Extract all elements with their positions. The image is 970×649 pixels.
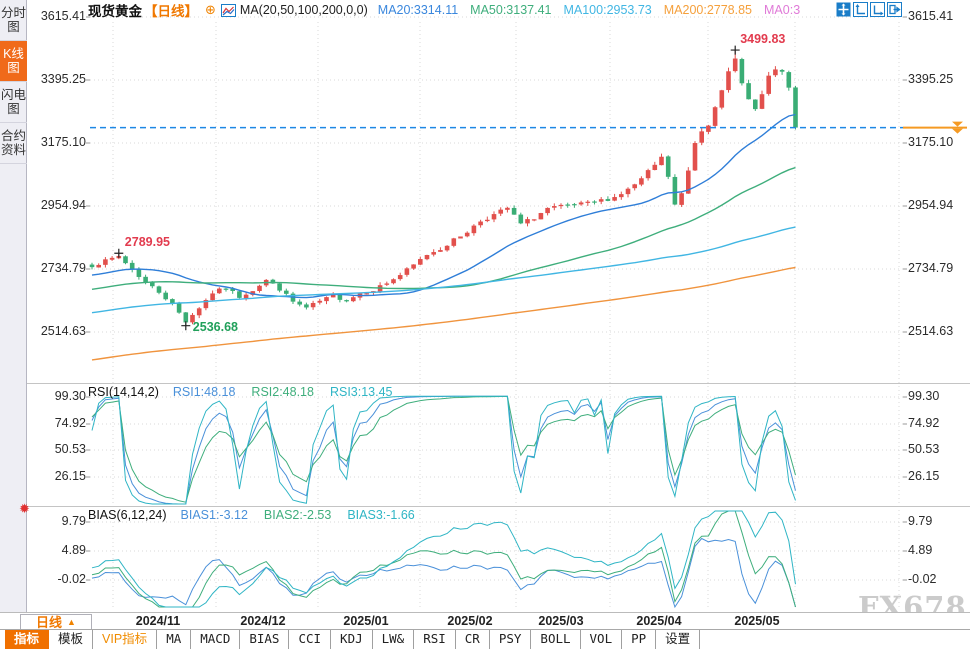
- sidebar: 分时图K线图闪电图合约资料: [0, 0, 27, 612]
- chart-header: 现货黄金 【日线】 ⊕ MA(20,50,100,200,0,0) MA20:3…: [88, 2, 812, 18]
- biasVals-0: BIAS1:-3.12: [181, 508, 248, 522]
- bias-axis-label-left-0: 9.79: [30, 514, 86, 528]
- price-axis-label-right-3: 2954.94: [908, 198, 968, 212]
- rsiVals-0: RSI1:48.18: [173, 385, 236, 399]
- price-axis-label-right-1: 3395.25: [908, 72, 968, 86]
- date-label-2: 2025/01: [343, 614, 388, 629]
- tab-指标[interactable]: 指标: [5, 630, 49, 649]
- tab-设置[interactable]: 设置: [656, 630, 700, 649]
- tab-LW&[interactable]: LW&: [373, 630, 415, 649]
- rsi-values: RSI1:48.18 RSI2:48.18 RSI3:13.45: [173, 385, 409, 399]
- rsi-axis-label-right-3: 26.15: [908, 469, 968, 483]
- maVals-3: MA200:2778.85: [664, 3, 752, 17]
- scale-x-axis-icon[interactable]: [870, 2, 885, 17]
- price-axis-label-left-4: 2734.79: [30, 261, 86, 275]
- sidebar-item-3[interactable]: 合约资料: [0, 123, 27, 164]
- biasVals-2: BIAS3:-1.66: [347, 508, 414, 522]
- chart-toolbar: [836, 2, 902, 17]
- tab-CCI[interactable]: CCI: [289, 630, 331, 649]
- maVals-1: MA50:3137.41: [470, 3, 551, 17]
- sidebar-item-1[interactable]: K线图: [0, 41, 27, 82]
- bias-axis-label-right-0: 9.79: [908, 514, 968, 528]
- ma-formula: MA(20,50,100,200,0,0): [240, 3, 368, 17]
- price-axis-label-right-2: 3175.10: [908, 135, 968, 149]
- detach-window-icon[interactable]: [887, 2, 902, 17]
- rsi-axis-label-left-1: 74.92: [30, 416, 86, 430]
- rsi-header: RSI(14,14,2) RSI1:48.18 RSI2:48.18 RSI3:13…: [88, 385, 409, 399]
- date-label-0: 2024/11: [136, 614, 181, 629]
- rsi-title: RSI(14,14,2): [88, 385, 159, 399]
- price-axis-label-left-5: 2514.63: [30, 324, 86, 338]
- rsi-axis-label-right-1: 74.92: [908, 416, 968, 430]
- x-axis-row: 日线 ▲ 2024/11 2024/12 2025/01 2025/02 2025/03…: [0, 612, 970, 629]
- tab-KDJ[interactable]: KDJ: [331, 630, 373, 649]
- add-overlay-icon[interactable]: ⊕: [205, 2, 216, 18]
- tab-CR[interactable]: CR: [456, 630, 490, 649]
- annotation-high-peak: 3499.83: [740, 32, 785, 46]
- price-axis-label-left-3: 2954.94: [30, 198, 86, 212]
- rsiVals-2: RSI3:13.45: [330, 385, 393, 399]
- date-label-6: 2025/05: [734, 614, 779, 629]
- indicator-tab-bar: 指标模板VIP指标MAMACDBIASCCIKDJLW&RSICRPSYBOLL…: [0, 629, 970, 649]
- tab-VOL[interactable]: VOL: [581, 630, 623, 649]
- tab-MACD[interactable]: MACD: [191, 630, 240, 649]
- tab-模板[interactable]: 模板: [49, 630, 93, 649]
- bias-title: BIAS(6,12,24): [88, 508, 167, 522]
- rsiVals-1: RSI2:48.18: [251, 385, 314, 399]
- period-tag: 【日线】: [144, 0, 198, 20]
- tab-PSY[interactable]: PSY: [490, 630, 532, 649]
- bias-values: BIAS1:-3.12 BIAS2:-2.53 BIAS3:-1.66: [181, 508, 431, 522]
- annotation-low: 2536.68: [193, 320, 238, 334]
- bias-axis-label-right-1: 4.89: [908, 543, 968, 557]
- price-axis-label-right-0: 3615.41: [908, 9, 968, 23]
- tab-VIP指标[interactable]: VIP指标: [93, 630, 157, 649]
- bias-axis-label-left-2: -0.02: [30, 572, 86, 586]
- period-label: 日线: [36, 616, 62, 629]
- maVals-0: MA20:3314.11: [378, 3, 458, 17]
- bias-header: BIAS(6,12,24) BIAS1:-3.12BIAS2:-2.53BIAS…: [88, 508, 431, 522]
- chevron-up-icon: ▲: [67, 618, 76, 627]
- maVals-2: MA100:2953.73: [563, 3, 651, 17]
- tab-PP[interactable]: PP: [622, 630, 656, 649]
- biasVals-1: BIAS2:-2.53: [264, 508, 331, 522]
- rsi-axis-label-left-3: 26.15: [30, 469, 86, 483]
- rsi-axis-label-left-0: 99.30: [30, 389, 86, 403]
- price-axis-label-left-2: 3175.10: [30, 135, 86, 149]
- bias-axis-label-left-1: 4.89: [30, 543, 86, 557]
- tab-BIAS[interactable]: BIAS: [240, 630, 289, 649]
- price-axis-label-right-4: 2734.79: [908, 261, 968, 275]
- tab-BOLL[interactable]: BOLL: [531, 630, 580, 649]
- sidebar-item-2[interactable]: 闪电图: [0, 82, 27, 123]
- annotation-high-early: 2789.95: [125, 235, 170, 249]
- tab-RSI[interactable]: RSI: [414, 630, 456, 649]
- sidebar-item-0[interactable]: 分时图: [0, 0, 27, 41]
- maVals-4: MA0:3: [764, 3, 800, 17]
- rsi-axis-label-right-2: 50.53: [908, 442, 968, 456]
- chart-type-icon[interactable]: [221, 4, 236, 17]
- scale-y-axis-icon[interactable]: [853, 2, 868, 17]
- ma-legend: MA20:3314.11 MA50:3137.41 MA100:2953.73 MA2…: [378, 3, 812, 17]
- date-label-4: 2025/03: [538, 614, 583, 629]
- date-label-3: 2025/02: [447, 614, 492, 629]
- date-label-1: 2024/12: [240, 614, 285, 629]
- rsi-axis-label-left-2: 50.53: [30, 442, 86, 456]
- price-axis-label-left-1: 3395.25: [30, 72, 86, 86]
- tab-MA[interactable]: MA: [157, 630, 191, 649]
- price-axis-label-left-0: 3615.41: [30, 9, 86, 23]
- rsi-axis-label-right-0: 99.30: [908, 389, 968, 403]
- chart-canvas[interactable]: [0, 0, 970, 649]
- bias-axis-label-right-2: -0.02: [908, 572, 968, 586]
- alert-icon[interactable]: ✹: [19, 502, 30, 515]
- symbol-title: 现货黄金: [88, 0, 142, 20]
- date-label-5: 2025/04: [636, 614, 681, 629]
- price-axis-label-right-5: 2514.63: [908, 324, 968, 338]
- pan-icon[interactable]: [836, 2, 851, 17]
